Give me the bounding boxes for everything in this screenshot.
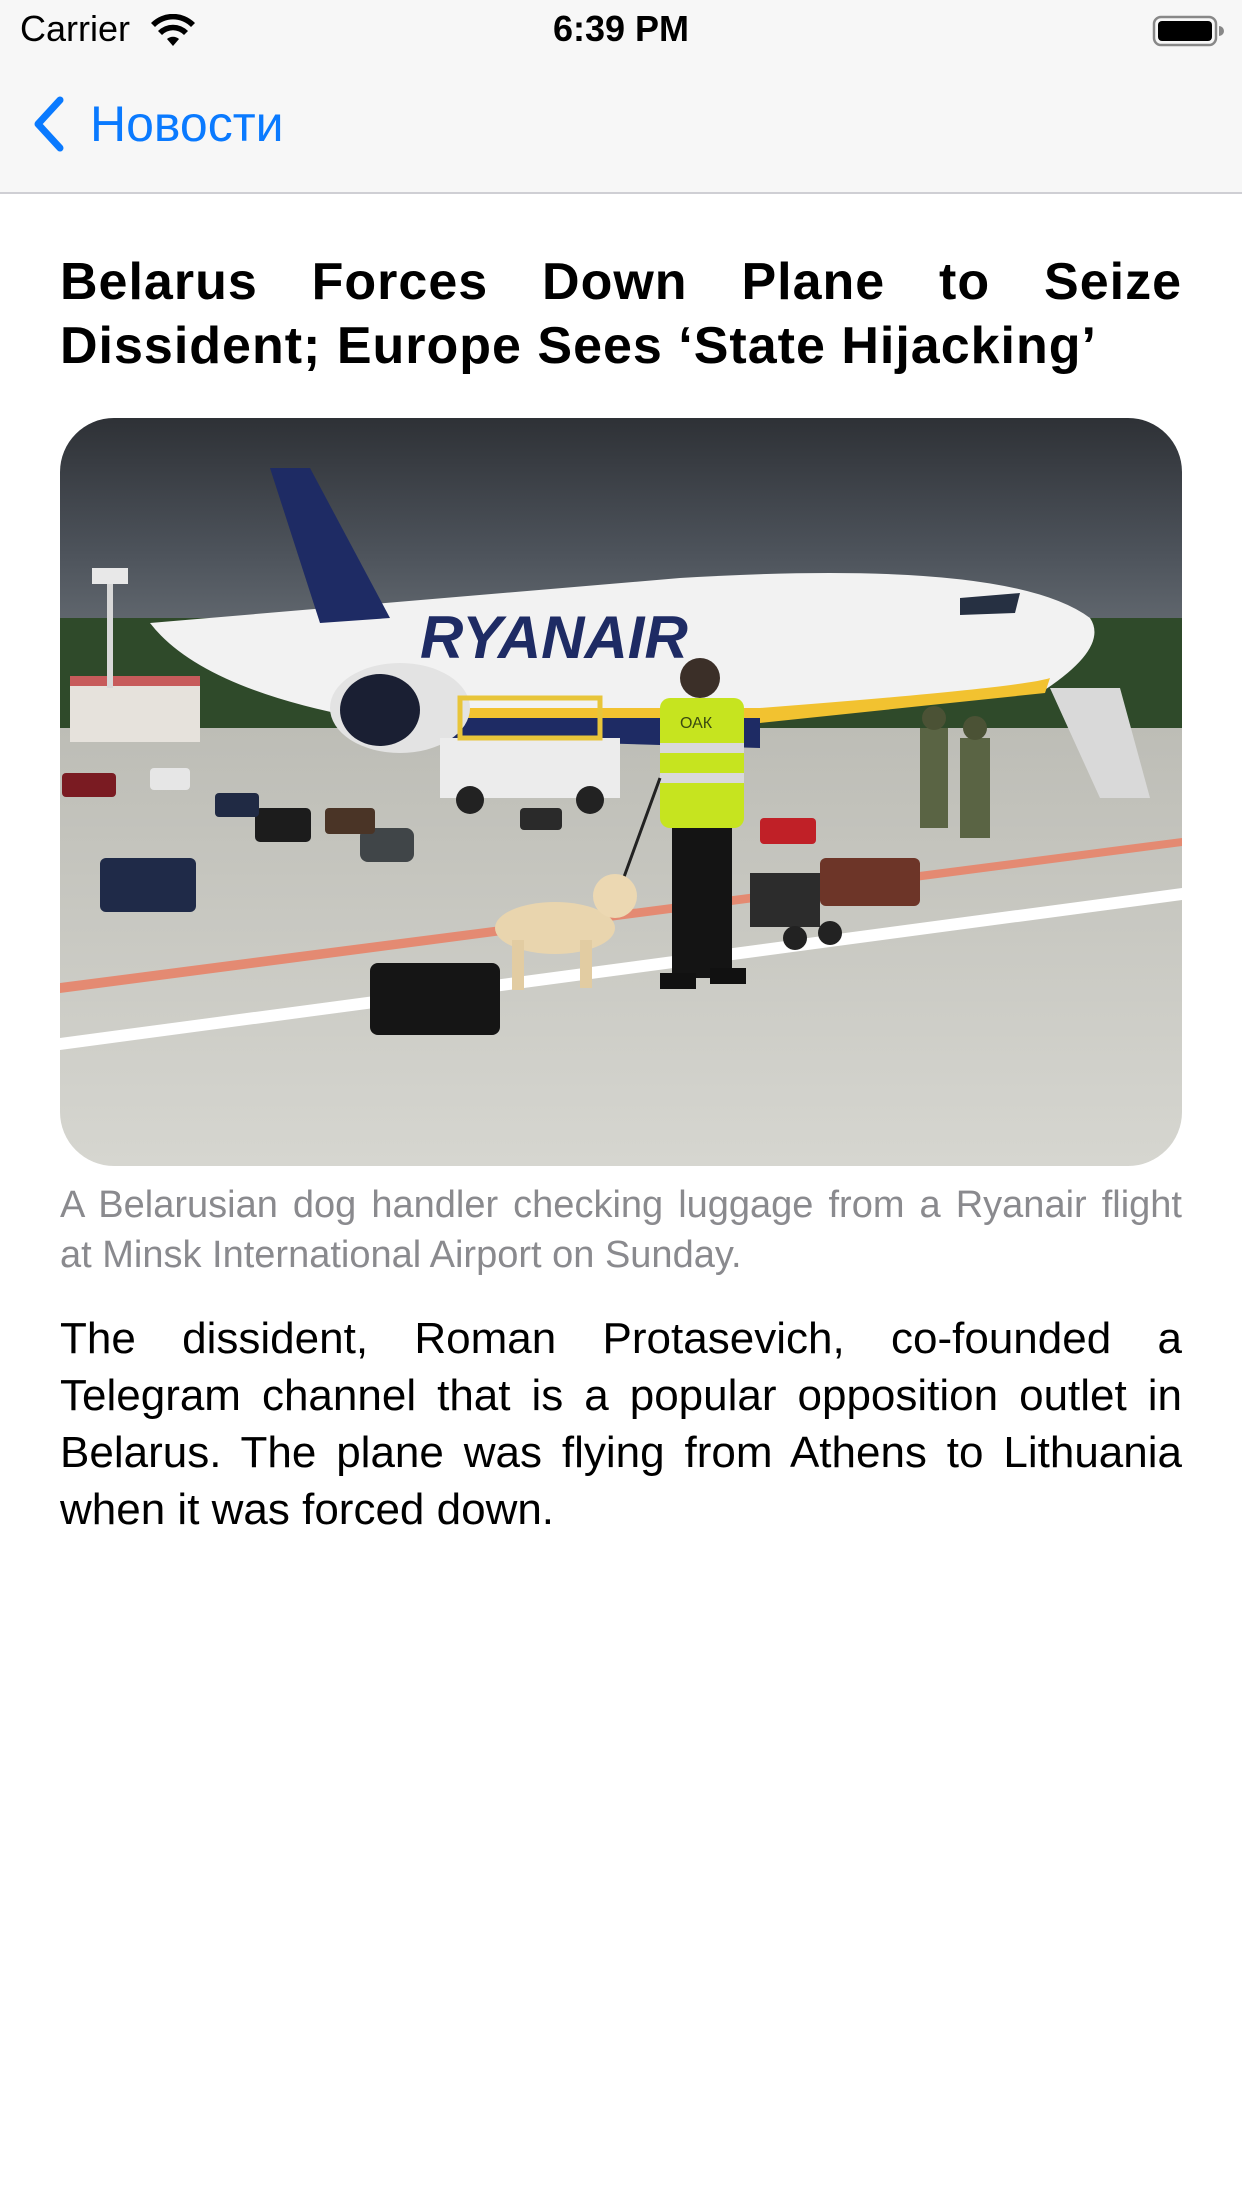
battery-full-icon <box>1152 15 1224 47</box>
airplane-brand-text: RYANAIR <box>420 604 688 671</box>
status-time: 6:39 PM <box>552 8 690 49</box>
navigation-bar: Новости <box>0 60 1242 194</box>
article-content: Belarus Forces Down Plane to Seize Dissi… <box>60 250 1182 1538</box>
article-photo: RYANAIR ОАК <box>60 418 1182 1166</box>
screen: Carrier 6:39 PM Новости Belarus Forces D… <box>0 0 1242 2208</box>
article-title: Belarus Forces Down Plane to Seize Dissi… <box>60 253 1182 375</box>
status-bar: Carrier 6:39 PM <box>0 0 1242 60</box>
back-button[interactable]: Новости <box>30 88 284 160</box>
back-button-label: Новости <box>90 96 284 152</box>
chevron-left-icon <box>34 96 64 152</box>
article-body: The dissident, Roman Protasevich, co-fou… <box>60 1314 1182 1534</box>
photo-caption: A Belarusian dog handler checking luggag… <box>60 1184 1182 1276</box>
vest-text: ОАК <box>680 715 713 732</box>
